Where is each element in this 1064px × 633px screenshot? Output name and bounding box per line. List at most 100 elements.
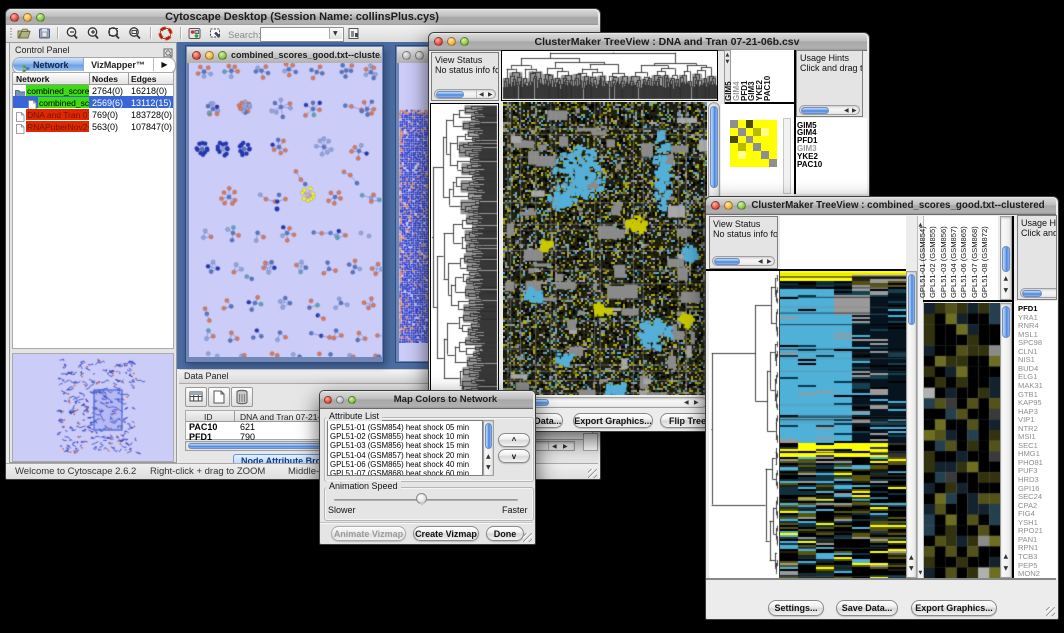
tab-overflow-button[interactable]: ▶ (153, 58, 175, 71)
move-down-button[interactable]: v (498, 449, 530, 463)
tv1-row-dendrogram[interactable] (431, 104, 498, 394)
scroll-left-icon[interactable]: ◀ (479, 92, 484, 98)
tv2-heatmap-vscroll[interactable]: ▲▼ (906, 271, 917, 578)
frame2-minimize-button[interactable] (415, 51, 424, 60)
frame2-close-button[interactable] (402, 51, 411, 60)
scroll-right-icon[interactable]: ▶ (694, 400, 699, 406)
save-icon[interactable] (38, 27, 51, 40)
tv1-export-graphics-button[interactable]: Export Graphics... (573, 413, 653, 428)
tv1-heatmap[interactable] (503, 102, 707, 395)
move-up-button[interactable]: ^ (498, 433, 530, 447)
dialog-minimize-button[interactable] (336, 396, 344, 404)
scroll-right-icon[interactable]: ▶ (488, 92, 493, 98)
attribute-list-scrollbar[interactable]: ▲▼ (483, 420, 494, 476)
tv2-status-scrollbar[interactable]: ◀▶ (712, 256, 775, 266)
tv1-usage-scrollbar[interactable]: ◀▶ (799, 105, 860, 115)
scroll-up-icon[interactable]: ▲ (1004, 554, 1009, 560)
scroll-down-icon[interactable]: ▼ (1004, 288, 1009, 294)
dialog-resize-grip[interactable] (523, 533, 532, 542)
attribute-list-item[interactable]: GPL51-02 (GSM855) heat shock 10 min (330, 432, 469, 441)
tab-network[interactable]: Network (13, 58, 84, 71)
frame1-zoom-button[interactable] (218, 51, 227, 60)
done-button[interactable]: Done (486, 526, 524, 541)
scroll-up-icon[interactable]: ▲ (909, 555, 914, 561)
frame1-minimize-button[interactable] (205, 51, 214, 60)
tv2-row-dendrogram[interactable] (709, 271, 779, 578)
attribute-select-button[interactable] (185, 387, 207, 407)
network-row-4[interactable]: RNAPuberNov2+!563(0)107847(0) (13, 120, 173, 132)
search-dropdown-button[interactable]: ▼ (329, 28, 342, 39)
network-graph-view[interactable] (189, 63, 382, 357)
birdseye-view[interactable] (13, 354, 173, 461)
tv2-titlebar[interactable]: ClusterMaker TreeView : combined_scores_… (706, 197, 1056, 215)
new-attribute-button[interactable] (208, 387, 230, 407)
tv2-label-vscroll-thumb[interactable] (1002, 246, 1010, 272)
animate-vizmap-button[interactable]: Animate Vizmap (331, 526, 406, 541)
frame1-close-button[interactable] (192, 51, 201, 60)
scale-down-icon[interactable]: ▼ (726, 60, 730, 65)
resize-grip[interactable] (588, 469, 597, 478)
zoom-out-icon[interactable] (66, 27, 79, 40)
delete-attribute-button[interactable] (231, 387, 253, 407)
scroll-left-icon[interactable]: ◀ (684, 400, 689, 406)
tv2-heatmap-vscroll-thumb[interactable] (908, 274, 915, 325)
scroll-up-icon[interactable]: ▲ (1004, 276, 1009, 282)
scale-down-icon[interactable]: ▼ (919, 571, 923, 576)
tv1-heatmap-vscroll-thumb[interactable] (710, 106, 718, 188)
vizmapper-icon[interactable] (188, 27, 201, 40)
tv2-zoom-vscroll-thumb[interactable] (1002, 306, 1010, 338)
tv2-usage-scroll-thumb[interactable] (1022, 290, 1042, 297)
tv2-zoom-heatmap[interactable] (924, 303, 1000, 578)
tv2-zoom-vscroll[interactable]: ▲▼ (1000, 303, 1012, 578)
scroll-down-icon[interactable]: ▼ (486, 465, 491, 471)
tv2-minimize-button[interactable] (724, 201, 733, 210)
zoom-fit-icon[interactable] (107, 27, 121, 40)
attribute-list-item[interactable]: GPL51-04 (GSM857) heat shock 20 min (330, 451, 469, 460)
zoom-selected-icon[interactable] (128, 27, 142, 40)
scroll-right-icon[interactable]: ▶ (767, 259, 772, 265)
network-row-3[interactable]: DNA and Tran 07769(0)183728(0) (13, 108, 173, 120)
scale-up-icon[interactable]: ▲ (726, 53, 730, 58)
network-row-2[interactable]: combined_sco2569(6)13112(15) (13, 96, 173, 108)
scroll-right-icon[interactable]: ▶ (563, 444, 568, 450)
tv1-minimize-button[interactable] (447, 37, 456, 46)
attribute-list-item[interactable]: GPL51-06 (GSM865) heat shock 40 min (330, 460, 469, 469)
attribute-list-item[interactable]: GPL51-07 (GSM868) heat shock 60 min (330, 469, 469, 476)
attribute-list[interactable]: GPL51-01 (GSM854) heat shock 05 minGPL51… (327, 420, 483, 476)
attribute-list-scroll-thumb[interactable] (485, 423, 492, 449)
scroll-down-icon[interactable]: ▼ (1004, 566, 1009, 572)
create-vizmap-button[interactable]: Create Vizmap (413, 526, 479, 541)
help-lifesaver-icon[interactable] (158, 26, 173, 41)
scroll-down-icon[interactable]: ▼ (909, 566, 914, 572)
tv1-status-scroll-thumb[interactable] (436, 91, 464, 98)
tv1-zoom-button[interactable] (460, 37, 469, 46)
tv2-label-vscroll[interactable]: ▲▼ (1000, 216, 1012, 300)
search-input[interactable]: ▼ (260, 27, 344, 42)
report-icon[interactable] (347, 27, 361, 40)
tv1-column-dendrogram[interactable] (502, 51, 717, 100)
scroll-left-icon[interactable]: ◀ (552, 444, 557, 450)
tv1-close-button[interactable] (434, 37, 443, 46)
zoom-in-icon[interactable] (87, 27, 100, 40)
attribute-list-item[interactable]: GPL51-01 (GSM854) heat shock 05 min (330, 423, 469, 432)
scroll-right-icon[interactable]: ▶ (852, 108, 857, 114)
tv1-titlebar[interactable]: ClusterMaker TreeView : DNA and Tran 07-… (429, 33, 867, 51)
network-row-1[interactable]: combined_scores_2764(0)16218(0) (13, 84, 173, 96)
dialog-zoom-button[interactable] (348, 396, 356, 404)
open-folder-icon[interactable] (17, 27, 31, 40)
tab-vizmapper[interactable]: VizMapper™ (84, 58, 152, 71)
dialog-titlebar[interactable]: Map Colors to Network (320, 391, 533, 409)
scroll-left-icon[interactable]: ◀ (758, 259, 763, 265)
main-titlebar[interactable]: Cytoscape Desktop (Session Name: collins… (6, 9, 598, 26)
tv2-usage-scrollbar[interactable] (1020, 288, 1057, 298)
tv2-export-graphics-button[interactable]: Export Graphics... (911, 600, 997, 616)
tv2-save-data-button[interactable]: Save Data... (836, 600, 898, 616)
dialog-close-button[interactable] (324, 396, 332, 404)
tv2-resize-grip[interactable] (1046, 607, 1055, 616)
tv1-status-scrollbar[interactable]: ◀▶ (434, 89, 496, 99)
annotation-icon[interactable] (209, 27, 223, 40)
tv2-status-scroll-thumb[interactable] (714, 258, 740, 265)
float-panel-icon[interactable] (163, 45, 173, 55)
frame1-titlebar[interactable]: combined_scores_good.txt--cluste... (187, 47, 382, 64)
attribute-list-item[interactable]: GPL51-03 (GSM856) heat shock 15 min (330, 441, 469, 450)
